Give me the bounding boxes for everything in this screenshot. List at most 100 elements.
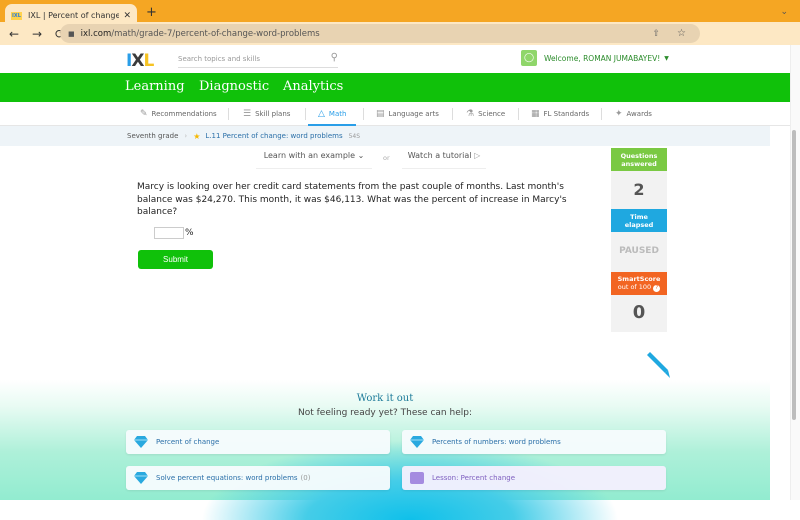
skill-plans-icon: ☰ bbox=[243, 109, 252, 119]
main-nav-bar bbox=[0, 73, 800, 102]
help-icon[interactable]: ? bbox=[653, 285, 661, 292]
divider bbox=[363, 108, 364, 120]
out-of-text: out of 100 bbox=[617, 283, 652, 291]
caret-down-icon: ▼ bbox=[664, 54, 669, 62]
label-line: elapsed bbox=[624, 220, 654, 229]
questions-answered-label: Questions answered bbox=[611, 148, 667, 171]
welcome-text: Welcome, ROMAN JUMABAYEV! bbox=[544, 53, 661, 63]
lock-icon: ■ bbox=[68, 29, 75, 38]
subnav-label: Awards bbox=[626, 110, 652, 118]
time-elapsed-label: Time elapsed bbox=[611, 209, 667, 232]
subnav-label: Skill plans bbox=[255, 110, 291, 118]
divider bbox=[228, 108, 229, 120]
skill-id: 54S bbox=[348, 132, 361, 140]
questions-answered-value: 2 bbox=[633, 180, 645, 199]
breadcrumb: Seventh grade › ★ L.11 Percent of change… bbox=[0, 126, 770, 146]
pencil-icon[interactable] bbox=[644, 352, 670, 378]
watch-tutorial-button[interactable]: Watch a tutorial ▷ bbox=[402, 151, 486, 169]
nav-diagnostic[interactable]: Diagnostic bbox=[199, 79, 269, 94]
subnav-fl-standards[interactable]: ▦ FL Standards bbox=[531, 102, 589, 126]
card-count: (0) bbox=[300, 474, 311, 482]
standards-icon: ▦ bbox=[531, 109, 540, 119]
search-icon[interactable]: ⚲ bbox=[331, 52, 338, 63]
tab-title: IXL | Percent of change: word bbox=[28, 11, 120, 20]
percent-unit: % bbox=[185, 228, 194, 238]
skill-name: Percent of change: word problems bbox=[222, 132, 343, 140]
ixl-logo[interactable]: I X L bbox=[126, 51, 154, 71]
forward-button[interactable]: → bbox=[28, 27, 46, 41]
label-line: Time bbox=[630, 212, 648, 221]
awards-icon: ✦ bbox=[615, 109, 623, 119]
subnav-science[interactable]: ⚗ Science bbox=[466, 102, 505, 126]
bookmark-star-icon[interactable]: ☆ bbox=[677, 28, 686, 39]
time-elapsed-value: PAUSED bbox=[619, 246, 659, 256]
chevron-down-icon: ⌄ bbox=[357, 151, 365, 160]
label-line: Questions bbox=[620, 151, 658, 160]
new-tab-button[interactable]: + bbox=[146, 5, 157, 20]
card-label: Lesson: Percent change bbox=[432, 474, 516, 482]
user-menu[interactable]: ◯ Welcome, ROMAN JUMABAYEV! ▼ bbox=[521, 50, 669, 66]
divider bbox=[452, 108, 453, 120]
subnav-language-arts[interactable]: ▤ Language arts bbox=[376, 102, 439, 126]
answer-input[interactable] bbox=[154, 227, 184, 239]
nav-analytics[interactable]: Analytics bbox=[283, 79, 343, 94]
tutorial-label: Watch a tutorial bbox=[407, 151, 472, 160]
url-domain: ixl.com bbox=[80, 28, 112, 39]
subnav-awards[interactable]: ✦ Awards bbox=[615, 102, 652, 126]
address-toolbar: ← → ⟳ ■ ixl.com /math/grade-7/percent-of… bbox=[0, 22, 800, 63]
help-card-percent-of-change[interactable]: Percent of change bbox=[126, 430, 390, 454]
submit-button[interactable]: Submit bbox=[138, 250, 213, 269]
diamond-icon bbox=[410, 436, 424, 448]
label-line: out of 100 ? bbox=[618, 283, 661, 292]
user-avatar-icon: ◯ bbox=[521, 50, 537, 66]
learn-with-example-button[interactable]: Learn with an example ⌄ bbox=[256, 151, 372, 169]
card-label: Solve percent equations: word problems bbox=[156, 474, 298, 482]
card-label: Percents of numbers: word problems bbox=[432, 438, 561, 446]
diamond-icon bbox=[134, 436, 148, 448]
subnav-recommendations[interactable]: ✎ Recommendations bbox=[140, 102, 217, 126]
url-path: /math/grade-7/percent-of-change-word-pro… bbox=[111, 28, 320, 39]
help-card-solve-percent-equations[interactable]: Solve percent equations: word problems (… bbox=[126, 466, 390, 490]
subnav-math[interactable]: △ Math bbox=[307, 102, 358, 126]
logo-letter-l: L bbox=[143, 51, 154, 71]
language-arts-icon: ▤ bbox=[376, 109, 385, 119]
or-text: or bbox=[383, 154, 390, 162]
back-button[interactable]: ← bbox=[5, 27, 23, 41]
share-icon[interactable]: ⇧ bbox=[652, 29, 660, 39]
divider bbox=[305, 108, 306, 120]
subnav-label: Math bbox=[328, 110, 347, 118]
card-label: Percent of change bbox=[156, 438, 220, 446]
recommendations-icon: ✎ bbox=[140, 109, 148, 119]
url-bar[interactable]: ■ ixl.com /math/grade-7/percent-of-chang… bbox=[60, 24, 700, 43]
help-card-percents-of-numbers[interactable]: Percents of numbers: word problems bbox=[402, 430, 666, 454]
subnav-label: Language arts bbox=[388, 110, 439, 118]
scrollbar-thumb[interactable] bbox=[792, 130, 796, 420]
play-icon: ▷ bbox=[474, 151, 481, 160]
site-header bbox=[0, 45, 800, 73]
lesson-icon bbox=[410, 472, 424, 484]
subnav-label: FL Standards bbox=[543, 110, 590, 118]
close-tab-icon[interactable]: ✕ bbox=[123, 11, 131, 21]
subnav-label: Recommendations bbox=[151, 110, 217, 118]
star-icon: ★ bbox=[193, 131, 201, 141]
work-it-out-subtitle: Not feeling ready yet? These can help: bbox=[298, 408, 472, 418]
tab-search-icon[interactable]: ⌄ bbox=[780, 7, 788, 17]
learn-label: Learn with an example bbox=[263, 151, 356, 160]
subnav-skill-plans[interactable]: ☰ Skill plans bbox=[243, 102, 290, 126]
smartscore-value: 0 bbox=[632, 302, 646, 323]
skill-code: L.11 bbox=[205, 132, 221, 140]
help-card-lesson-percent-change[interactable]: Lesson: Percent change bbox=[402, 466, 666, 490]
logo-letter-x: X bbox=[131, 51, 144, 71]
smartscore-label: SmartScore out of 100 ? bbox=[611, 272, 667, 295]
divider bbox=[601, 108, 602, 120]
subnav-label: Science bbox=[478, 110, 506, 118]
ixl-favicon-icon: IXL bbox=[11, 11, 22, 20]
question-text: Marcy is looking over her credit card st… bbox=[137, 182, 567, 217]
nav-learning[interactable]: Learning bbox=[125, 79, 185, 110]
search-input[interactable]: Search topics and skills ⚲ bbox=[178, 50, 338, 68]
label-line: SmartScore bbox=[617, 275, 661, 283]
science-icon: ⚗ bbox=[466, 109, 475, 119]
diamond-icon bbox=[134, 472, 148, 484]
search-placeholder: Search topics and skills bbox=[178, 54, 260, 63]
breadcrumb-grade[interactable]: Seventh grade bbox=[127, 132, 178, 140]
